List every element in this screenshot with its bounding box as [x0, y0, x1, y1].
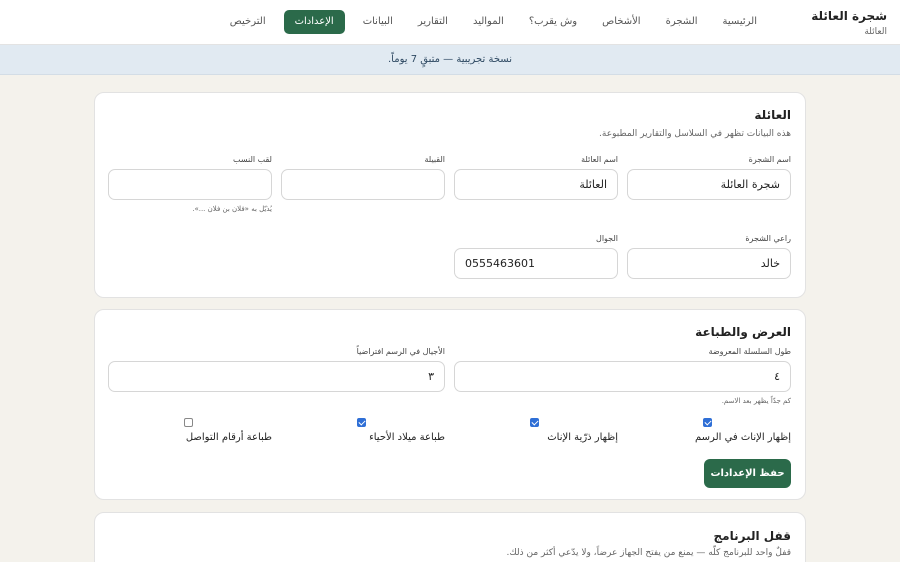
mobile-input[interactable]: 0555463601 — [454, 248, 618, 279]
save-settings-button[interactable]: حفظ الإعدادات — [704, 459, 791, 488]
nav-item-license[interactable]: الترخيص — [223, 10, 273, 34]
top-bar: شجرة العائلة العائلة الرئيسية الشجرة الأ… — [0, 0, 900, 45]
nav-item-people[interactable]: الأشخاص — [595, 10, 647, 34]
family-section-description: هذه البيانات تظهر في السلاسل والتقارير ا… — [599, 129, 791, 139]
chain-length-label: طول السلسلة المعروضة — [708, 347, 791, 356]
nav-item-births[interactable]: المواليد — [466, 10, 511, 34]
program-lock-card: قفل البرنامج قفلٌ واحد للبرنامج كلّه — ي… — [94, 512, 806, 562]
show-female-descendants-label: إظهار ذرّية الإناث — [547, 432, 618, 443]
print-living-births-checkbox[interactable] — [357, 418, 366, 427]
chain-length-input[interactable]: ٤ — [454, 361, 791, 392]
lineage-title-label: لقب النسب — [233, 155, 272, 164]
family-settings-card: العائلة هذه البيانات تظهر في السلاسل وال… — [94, 92, 806, 298]
print-contact-numbers-label: طباعة أرقام التواصل — [185, 432, 272, 443]
brand[interactable]: شجرة العائلة العائلة — [811, 8, 887, 38]
main-nav: الرئيسية الشجرة الأشخاص وش يقرب؟ الموالي… — [223, 10, 764, 34]
tree-name-label: اسم الشجرة — [748, 155, 791, 164]
display-print-card: العرض والطباعة طول السلسلة المعروضة ٤ كم… — [94, 309, 806, 500]
print-contact-numbers-checkbox[interactable] — [184, 418, 193, 427]
family-name-input[interactable]: العائلة — [454, 169, 618, 200]
tribe-input[interactable] — [281, 169, 445, 200]
nav-item-relation[interactable]: وش يقرب؟ — [522, 10, 584, 34]
app-subtitle: العائلة — [864, 27, 887, 37]
family-section-title: العائلة — [754, 108, 791, 122]
mobile-label: الجوال — [596, 234, 618, 243]
display-section-title: العرض والطباعة — [695, 325, 791, 339]
app-title: شجرة العائلة — [811, 9, 887, 23]
show-females-checkbox[interactable] — [703, 418, 712, 427]
tribe-label: القبيلة — [424, 155, 445, 164]
nav-item-data[interactable]: البيانات — [356, 10, 400, 34]
sponsor-input[interactable]: خالد — [627, 248, 791, 279]
show-females-label: إظهار الإناث في الرسم — [695, 432, 791, 443]
nav-item-home[interactable]: الرئيسية — [716, 10, 764, 34]
lineage-title-input[interactable] — [108, 169, 272, 200]
lock-section-title: قفل البرنامج — [713, 529, 791, 543]
print-living-births-label: طباعة ميلاد الأحياء — [369, 432, 445, 443]
family-name-label: اسم العائلة — [581, 155, 618, 164]
chain-length-hint: كم جدّاً يظهر بعد الاسم. — [721, 397, 791, 405]
sponsor-label: راعي الشجرة — [745, 234, 791, 243]
trial-banner: نسخة تجريبية — متبقٍ 7 يوماً. — [0, 45, 900, 75]
default-generations-label: الأجيال في الرسم افتراضياً — [356, 347, 445, 356]
lineage-title-hint: يُذيّل به «فلان بن فلان ...». — [192, 205, 272, 213]
nav-item-reports[interactable]: التقارير — [411, 10, 455, 34]
lock-section-description: قفلٌ واحد للبرنامج كلّه — يمنع من يفتح ا… — [506, 548, 791, 558]
tree-name-input[interactable]: شجرة العائلة — [627, 169, 791, 200]
nav-item-settings[interactable]: الإعدادات — [283, 10, 345, 34]
default-generations-input[interactable]: ٣ — [108, 361, 445, 392]
nav-item-tree[interactable]: الشجرة — [659, 10, 705, 34]
show-female-descendants-checkbox[interactable] — [530, 418, 539, 427]
